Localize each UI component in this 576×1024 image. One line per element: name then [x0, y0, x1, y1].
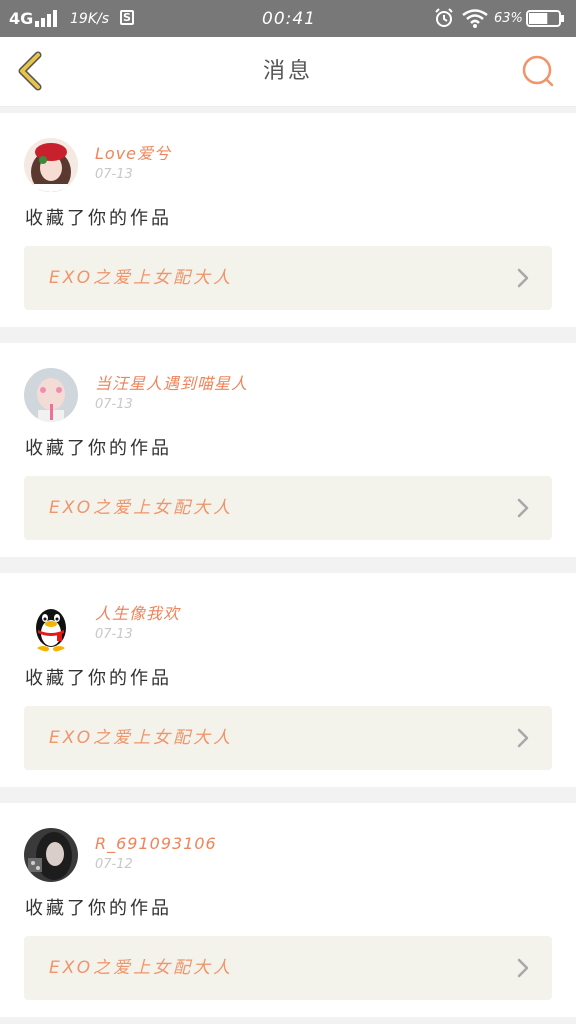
work-link[interactable]: EXO之爱上女配大人: [24, 476, 552, 540]
network-speed: 19K/s: [70, 11, 110, 27]
chevron-right-icon: [517, 728, 529, 748]
message-card: 当汪星人遇到喵星人 07-13 收藏了你的作品 EXO之爱上女配大人: [0, 343, 576, 557]
wifi-icon: [462, 9, 488, 28]
message-date: 07-13: [95, 627, 133, 642]
work-link[interactable]: EXO之爱上女配大人: [24, 936, 552, 1000]
search-button[interactable]: [518, 51, 558, 91]
battery-icon: [526, 10, 564, 27]
work-title: EXO之爱上女配大人: [49, 498, 234, 518]
work-link[interactable]: EXO之爱上女配大人: [24, 706, 552, 770]
user-avatar[interactable]: [24, 138, 78, 192]
search-icon: [522, 55, 554, 87]
page-title: 消息: [262, 59, 313, 84]
action-text: 收藏了你的作品: [25, 438, 172, 459]
alarm-icon: [435, 8, 453, 27]
user-avatar[interactable]: [24, 828, 78, 882]
username[interactable]: Love爱兮: [95, 143, 171, 165]
chevron-right-icon: [517, 958, 529, 978]
chevron-right-icon: [517, 268, 529, 288]
username[interactable]: 人生像我欢: [95, 603, 180, 625]
work-link[interactable]: EXO之爱上女配大人: [24, 246, 552, 310]
message-date: 07-13: [95, 167, 133, 182]
message-card: 人生像我欢 07-13 收藏了你的作品 EXO之爱上女配大人: [0, 573, 576, 787]
work-title: EXO之爱上女配大人: [49, 958, 234, 978]
username[interactable]: R_691093106: [95, 833, 217, 855]
s-app-icon: S: [120, 10, 134, 25]
work-title: EXO之爱上女配大人: [49, 268, 234, 288]
work-title: EXO之爱上女配大人: [49, 728, 234, 748]
status-bar: 4G 19K/s S 00:41 63%: [0, 0, 576, 37]
message-date: 07-12: [95, 857, 133, 872]
chevron-right-icon: [517, 498, 529, 518]
clock: 00:41: [262, 9, 316, 29]
header: 消息: [0, 37, 576, 107]
network-type: 4G: [9, 9, 34, 28]
qq-penguin-avatar[interactable]: [24, 598, 78, 652]
message-card: R_691093106 07-12 收藏了你的作品 EXO之爱上女配大人: [0, 803, 576, 1017]
user-avatar[interactable]: [24, 368, 78, 422]
action-text: 收藏了你的作品: [25, 898, 172, 919]
username[interactable]: 当汪星人遇到喵星人: [95, 373, 248, 395]
signal-icon: [35, 10, 57, 27]
message-date: 07-13: [95, 397, 133, 412]
message-card: Love爱兮 07-13 收藏了你的作品 EXO之爱上女配大人: [0, 113, 576, 327]
battery-percent: 63%: [494, 11, 523, 26]
action-text: 收藏了你的作品: [25, 208, 172, 229]
action-text: 收藏了你的作品: [25, 668, 172, 689]
